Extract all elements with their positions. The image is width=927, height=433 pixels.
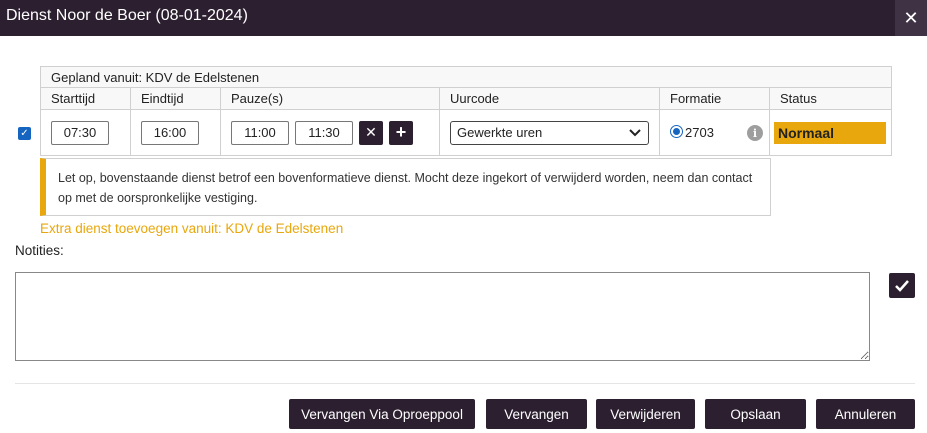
plus-icon: +: [395, 122, 407, 142]
chevron-down-icon: [629, 128, 641, 136]
pause-start-input[interactable]: [231, 120, 289, 145]
save-button[interactable]: Opslaan: [705, 399, 806, 429]
replace-via-pool-button[interactable]: Vervangen Via Oproeppool: [289, 399, 475, 429]
end-time-input[interactable]: [141, 120, 199, 145]
uurcode-select[interactable]: Gewerkte uren: [450, 120, 649, 145]
info-icon[interactable]: i: [747, 125, 763, 141]
header-formatie: Formatie: [659, 87, 770, 110]
cancel-button[interactable]: Annuleren: [816, 399, 915, 429]
dialog-titlebar: Dienst Noor de Boer (08-01-2024) ✕: [0, 0, 927, 36]
formatie-cell: 2703 i: [659, 109, 770, 156]
close-icon: ✕: [365, 124, 377, 140]
header-status: Status: [768, 87, 893, 110]
shift-select-checkbox[interactable]: ✓: [18, 127, 31, 140]
close-icon: ✕: [903, 7, 919, 28]
notes-textarea[interactable]: [15, 272, 870, 361]
pause-end-input[interactable]: [295, 120, 353, 145]
divider: [15, 383, 915, 384]
dialog-title: Dienst Noor de Boer (08-01-2024): [6, 7, 248, 24]
planned-from-label: Gepland vanuit: KDV de Edelstenen: [39, 66, 893, 88]
checkmark-icon: [895, 279, 909, 292]
remove-pause-button[interactable]: ✕: [359, 120, 383, 145]
header-eindtijd: Eindtijd: [130, 87, 221, 110]
delete-button[interactable]: Verwijderen: [596, 399, 695, 429]
status-badge: Normaal: [774, 121, 886, 144]
notes-save-button[interactable]: [889, 273, 915, 298]
uurcode-selected-value: Gewerkte uren: [457, 125, 543, 140]
add-pause-button[interactable]: +: [389, 120, 413, 145]
close-button[interactable]: ✕: [895, 0, 927, 36]
end-time-cell: [130, 109, 221, 156]
status-cell: Normaal: [768, 109, 893, 156]
pause-cell: ✕ +: [220, 109, 440, 156]
header-uurcode: Uurcode: [439, 87, 660, 110]
uurcode-cell: Gewerkte uren: [439, 109, 660, 156]
add-extra-shift-link[interactable]: Extra dienst toevoegen vanuit: KDV de Ed…: [40, 221, 343, 236]
replace-button[interactable]: Vervangen: [486, 399, 587, 429]
header-pauze: Pauze(s): [220, 87, 440, 110]
formatie-radio[interactable]: [670, 125, 683, 138]
notes-label: Notities:: [15, 243, 64, 258]
shift-table: Gepland vanuit: KDV de Edelstenen Startt…: [39, 66, 893, 156]
start-time-cell: [40, 109, 131, 156]
header-starttijd: Starttijd: [40, 87, 131, 110]
formatie-value: 2703: [685, 125, 714, 140]
checkmark-icon: ✓: [20, 128, 29, 139]
overformation-warning: Let op, bovenstaande dienst betrof een b…: [40, 158, 771, 216]
start-time-input[interactable]: [51, 120, 109, 145]
